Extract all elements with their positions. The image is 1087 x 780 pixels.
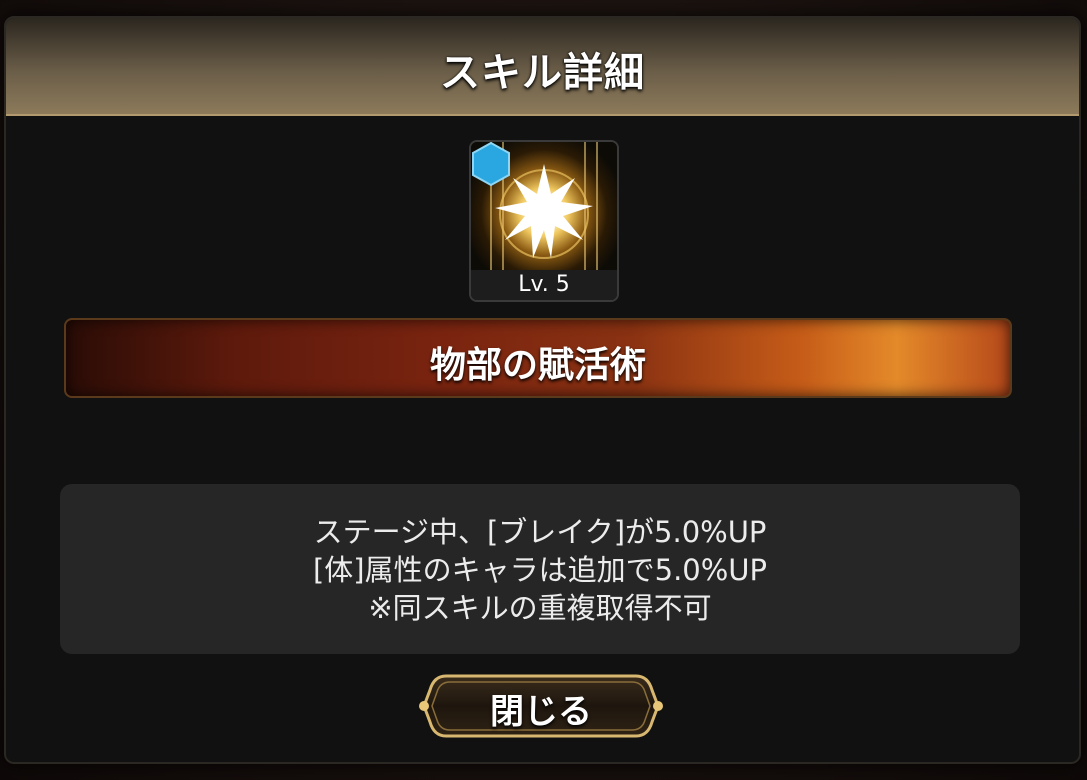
description-line: ※同スキルの重複取得不可: [368, 591, 712, 625]
description-line: ステージ中、[ブレイク]が5.0%UP: [313, 515, 767, 549]
skill-name-banner: 物部の賦活術: [64, 318, 1012, 398]
close-button[interactable]: 閉じる: [416, 672, 666, 740]
skill-description-box: ステージ中、[ブレイク]が5.0%UP [体]属性のキャラは追加で5.0%UP …: [60, 484, 1020, 654]
skill-level-label: Lv. 5: [471, 270, 617, 300]
dialog-title: スキル詳細: [440, 50, 645, 96]
hexagon-badge-icon: [472, 142, 510, 186]
skill-name: 物部の賦活術: [429, 345, 646, 386]
skill-detail-dialog: スキル詳細 Lv. 5 物部の賦活術 ステージ中、[ブレイク]が5.0%UP […: [4, 16, 1081, 764]
close-button-label: 閉じる: [490, 692, 592, 732]
light-burst-icon: [471, 142, 617, 270]
description-line: [体]属性のキャラは追加で5.0%UP: [312, 553, 768, 587]
dialog-header: スキル詳細: [6, 18, 1079, 116]
skill-icon: Lv. 5: [469, 140, 619, 302]
